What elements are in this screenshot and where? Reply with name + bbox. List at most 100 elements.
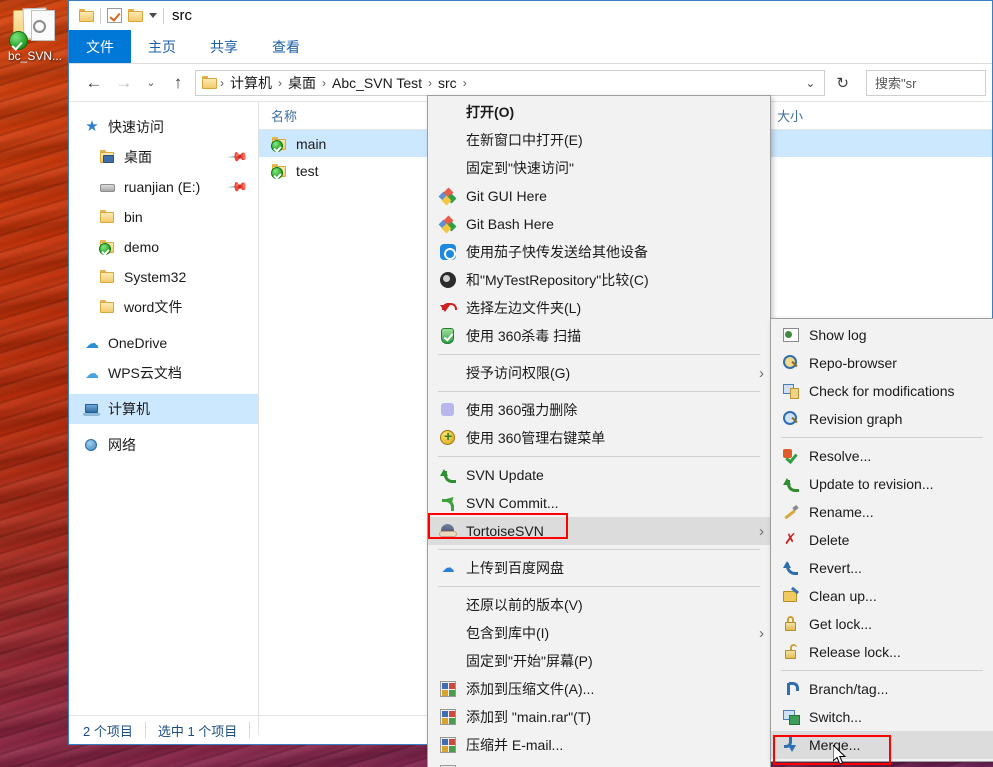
submenu-item-delete[interactable]: ✗ Delete [771, 526, 993, 554]
menu-separator [438, 586, 760, 587]
divider [100, 7, 101, 24]
tab-file[interactable]: 文件 [69, 30, 131, 63]
menu-item-include-in-library[interactable]: 包含到库中(I) › [428, 619, 770, 647]
chevron-down-icon[interactable] [149, 13, 157, 18]
sidebar-item-ruanjian-e[interactable]: ruanjian (E:) 📌 [69, 172, 258, 202]
sidebar-item-onedrive[interactable]: ☁ OneDrive [69, 328, 258, 358]
menu-item-360-manage-context-menu[interactable]: 使用 360管理右键菜单 [428, 424, 770, 452]
pin-icon[interactable]: 📌 [227, 176, 249, 199]
folder-icon [79, 9, 94, 22]
menu-item-svn-commit[interactable]: SVN Commit... [428, 489, 770, 517]
menu-item-git-bash-here[interactable]: Git Bash Here [428, 210, 770, 238]
menu-item-360-force-delete[interactable]: 使用 360强力删除 [428, 396, 770, 424]
menu-item-pin-quick-access[interactable]: 固定到"快速访问" [428, 154, 770, 182]
folder-icon [99, 209, 117, 225]
sidebar-item-network[interactable]: 网络 [69, 430, 258, 460]
menu-separator [781, 437, 983, 438]
submenu-item-revision-graph[interactable]: Revision graph [771, 405, 993, 433]
tab-share[interactable]: 共享 [193, 30, 255, 63]
chevron-right-icon: › [759, 522, 764, 540]
breadcrumb-src[interactable]: src [435, 75, 460, 91]
address-chevron-down-icon[interactable]: ⌄ [798, 76, 822, 90]
computer-icon [83, 401, 101, 417]
menu-item-pin-to-start[interactable]: 固定到"开始"屏幕(P) [428, 647, 770, 675]
folder-icon [99, 299, 117, 315]
menu-item-restore-previous-versions[interactable]: 还原以前的版本(V) [428, 591, 770, 619]
tab-view[interactable]: 查看 [255, 30, 317, 63]
breadcrumb-abc-svn-test[interactable]: Abc_SVN Test [329, 75, 425, 91]
desktop-icon-bc-svn[interactable]: bc_SVN... [4, 4, 66, 63]
submenu-item-switch[interactable]: Switch... [771, 703, 993, 731]
forward-arrow-icon[interactable]: → [111, 70, 137, 96]
sidebar-item-label: 快速访问 [108, 119, 164, 135]
submenu-item-repo-browser[interactable]: Repo-browser [771, 349, 993, 377]
sidebar-item-word-files[interactable]: word文件 [69, 292, 258, 322]
menu-item-compare-mytestrepository[interactable]: 和"MyTestRepository"比较(C) [428, 266, 770, 294]
menu-item-svn-update[interactable]: SVN Update [428, 461, 770, 489]
menu-item-open-new-window[interactable]: 在新窗口中打开(E) [428, 126, 770, 154]
network-icon [83, 437, 101, 453]
address-bar[interactable]: › 计算机 › 桌面 › Abc_SVN Test › src › ⌄ [195, 69, 826, 96]
chevron-down-icon[interactable]: ⌄ [141, 70, 161, 96]
sidebar-item-computer[interactable]: 计算机 [69, 394, 258, 424]
mouse-cursor-icon [833, 745, 847, 765]
back-arrow-icon[interactable]: ← [81, 70, 107, 96]
breadcrumb-computer[interactable]: 计算机 [227, 73, 275, 93]
pin-icon[interactable]: 📌 [227, 146, 249, 169]
compare-icon [438, 271, 458, 289]
menu-item-upload-baidu-netdisk[interactable]: ☁ 上传到百度网盘 [428, 554, 770, 582]
menu-item-open[interactable]: 打开(O) [428, 98, 770, 126]
menu-item-git-gui-here[interactable]: Git GUI Here [428, 182, 770, 210]
refresh-icon[interactable]: ↻ [829, 74, 856, 92]
360-manage-icon [438, 428, 458, 447]
merge-icon [781, 736, 801, 754]
submenu-item-branch-tag[interactable]: Branch/tag... [771, 675, 993, 703]
sidebar-item-system32[interactable]: System32 [69, 262, 258, 292]
menu-separator [438, 391, 760, 392]
tab-home[interactable]: 主页 [131, 30, 193, 63]
breadcrumb-separator: › [462, 75, 467, 90]
sidebar-item-desktop[interactable]: 桌面 📌 [69, 142, 258, 172]
svn-update-icon [438, 466, 458, 484]
breadcrumb-separator: › [322, 75, 326, 90]
desktop-icon-label: bc_SVN... [7, 49, 63, 63]
submenu-item-show-log[interactable]: Show log [771, 321, 993, 349]
submenu-item-get-lock[interactable]: Get lock... [771, 610, 993, 638]
menu-item-360-scan[interactable]: 使用 360杀毒 扫描 [428, 322, 770, 350]
zapya-icon [438, 243, 458, 261]
menu-item-zapya-send[interactable]: 使用茄子快传发送给其他设备 [428, 238, 770, 266]
svn-folder-icon [99, 239, 117, 255]
chevron-right-icon: › [759, 624, 764, 642]
submenu-item-rename[interactable]: Rename... [771, 498, 993, 526]
menu-item-compress-and-email[interactable]: 压缩并 E-mail... [428, 731, 770, 759]
sidebar-item-label: ruanjian (E:) [124, 179, 201, 195]
menu-item-select-left-folder[interactable]: 选择左边文件夹(L) [428, 294, 770, 322]
sidebar-item-wps-cloud[interactable]: ☁ WPS云文档 [69, 358, 258, 388]
menu-item-clipped[interactable] [428, 759, 770, 767]
chevron-right-icon: › [759, 364, 764, 382]
menu-item-add-to-archive[interactable]: 添加到压缩文件(A)... [428, 675, 770, 703]
breadcrumb-desktop[interactable]: 桌面 [285, 73, 319, 93]
menu-item-add-to-main-rar[interactable]: 添加到 "main.rar"(T) [428, 703, 770, 731]
submenu-item-revert[interactable]: Revert... [771, 554, 993, 582]
ribbon-tabs: 文件 主页 共享 查看 [69, 30, 992, 64]
submenu-item-check-for-modifications[interactable]: Check for modifications [771, 377, 993, 405]
baidu-icon: ☁ [441, 560, 455, 575]
new-folder-icon[interactable] [128, 9, 143, 22]
submenu-item-merge[interactable]: Merge... [771, 731, 993, 759]
properties-checkbox-icon[interactable] [107, 8, 122, 23]
menu-item-tortoisesvn[interactable]: TortoiseSVN › [428, 517, 770, 545]
sidebar-item-bin[interactable]: bin [69, 202, 258, 232]
sidebar-item-quick-access[interactable]: ★ 快速访问 [69, 112, 258, 142]
menu-item-grant-access[interactable]: 授予访问权限(G) › [428, 359, 770, 387]
cleanup-icon [781, 587, 801, 605]
search-input[interactable]: 搜索"sr [866, 69, 986, 96]
up-arrow-icon[interactable]: ↑ [165, 70, 191, 96]
desktop-folder-icon [99, 149, 117, 165]
submenu-item-resolve[interactable]: Resolve... [771, 442, 993, 470]
column-header-size[interactable]: 大小 [764, 106, 884, 125]
submenu-item-update-to-revision[interactable]: Update to revision... [771, 470, 993, 498]
submenu-item-release-lock[interactable]: Release lock... [771, 638, 993, 666]
sidebar-item-demo[interactable]: demo [69, 232, 258, 262]
submenu-item-clean-up[interactable]: Clean up... [771, 582, 993, 610]
